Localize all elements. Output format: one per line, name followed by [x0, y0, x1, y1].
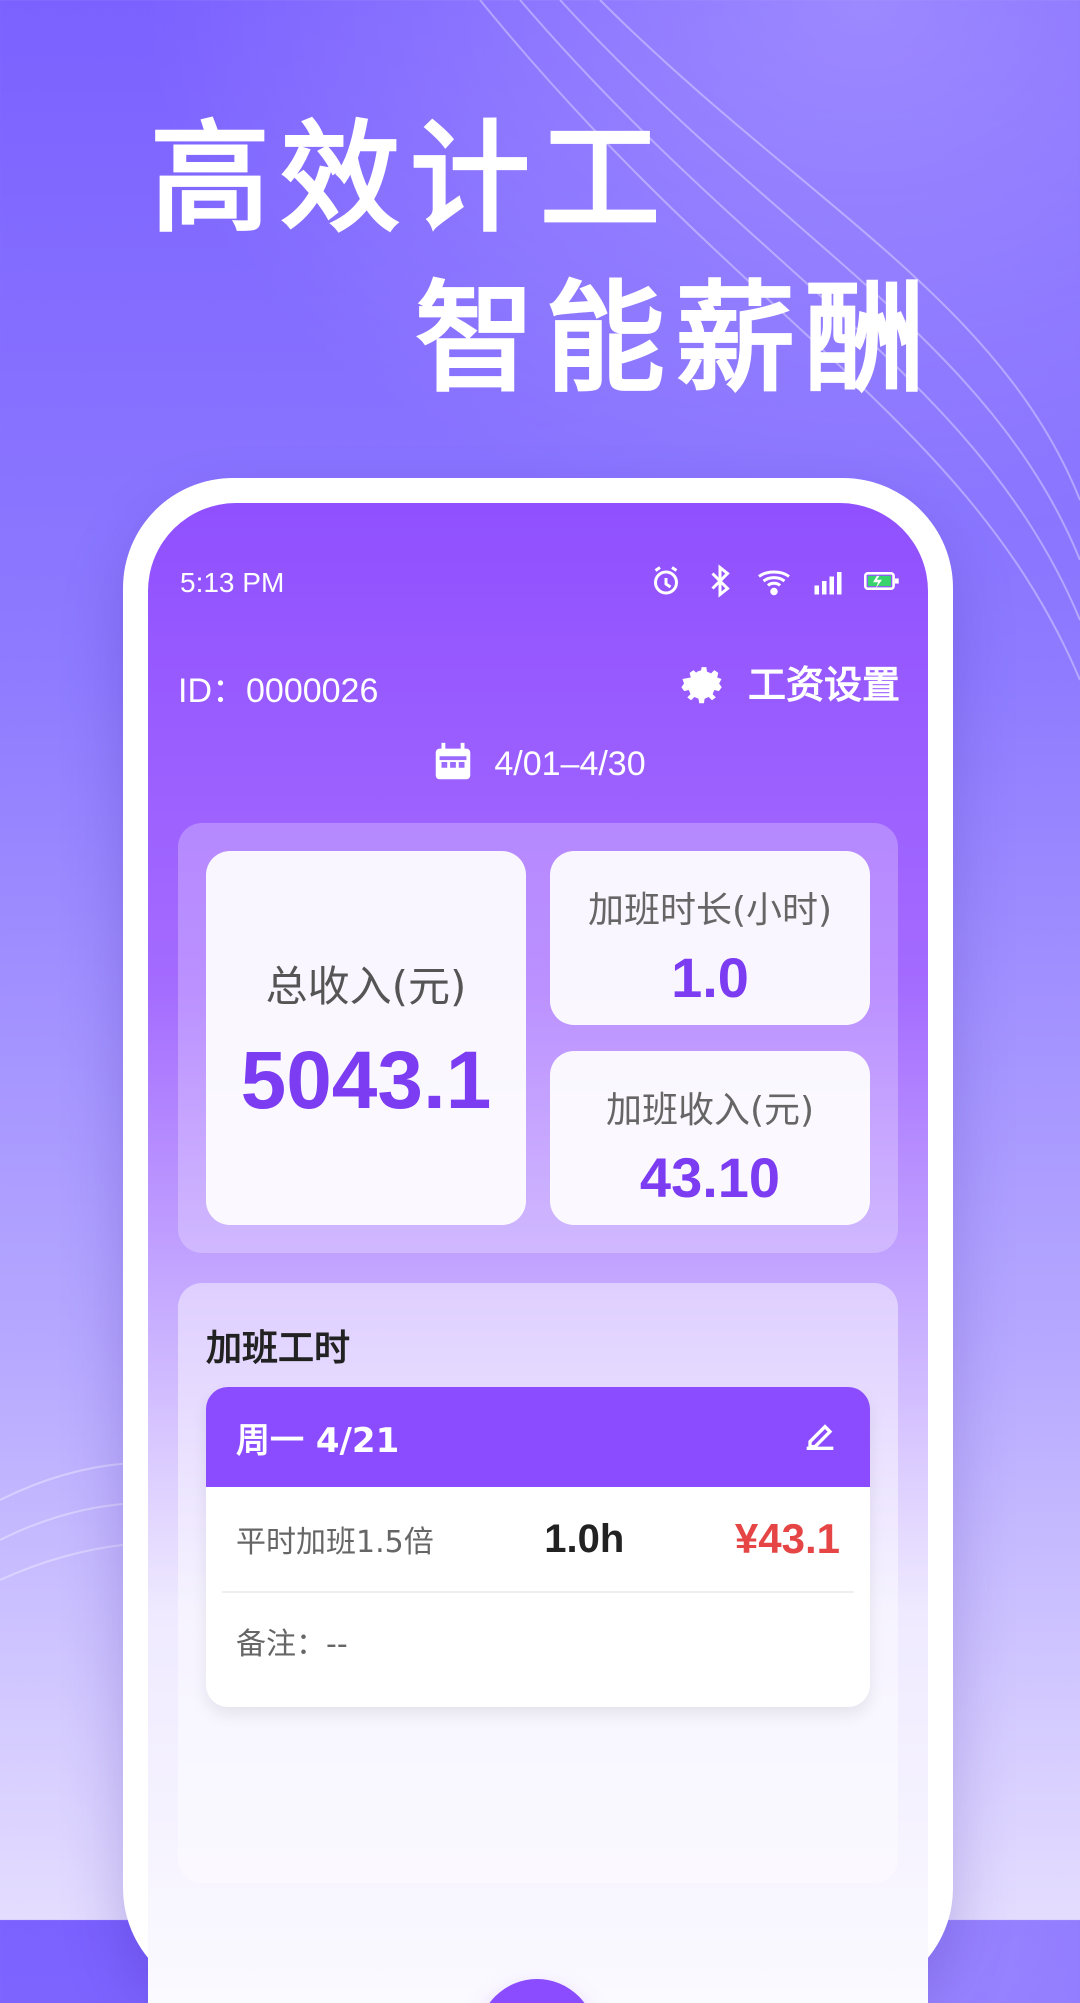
user-id: ID：0000026	[178, 672, 379, 710]
date-range-selector[interactable]: 4/01–4/30	[148, 739, 928, 789]
total-income-card: 总收入(元) 5043.1	[206, 851, 526, 1225]
calendar-icon	[430, 739, 476, 789]
overtime-section-title: 加班工时	[206, 1328, 351, 1369]
date-range-text: 4/01–4/30	[494, 744, 646, 783]
overtime-detail-row: 平时加班1.5倍 1.0h ¥43.1	[206, 1487, 870, 1591]
salary-settings-button[interactable]: 工资设置	[676, 653, 900, 709]
app-screen: 5:13 PM ID：0000026 工资设置 4/01–4/30 总收入(元)…	[148, 503, 928, 2003]
overtime-hours: 1.0h	[544, 1516, 625, 1561]
status-icons	[648, 563, 900, 603]
status-time: 5:13 PM	[180, 567, 285, 598]
overtime-hours-value: 1.0	[671, 946, 749, 1009]
overtime-income-value: 43.10	[639, 1146, 781, 1209]
promo-headline: 高效计工 智能薪酬	[150, 120, 1050, 440]
gear-icon	[676, 653, 728, 709]
overtime-income-label: 加班收入(元)	[605, 1090, 815, 1131]
total-income-label: 总收入(元)	[265, 962, 467, 1011]
overtime-entry-header: 周一 4/21	[206, 1387, 870, 1487]
headline-line-2: 智能薪酬	[415, 270, 935, 409]
overtime-type: 平时加班1.5倍	[236, 1525, 434, 1560]
headline-line-1: 高效计工	[150, 110, 670, 249]
overtime-note: 备注：--	[236, 1627, 348, 1662]
plus-icon	[500, 1999, 574, 2003]
alarm-icon	[648, 563, 684, 603]
settings-label: 工资设置	[747, 662, 900, 707]
signal-icon	[810, 563, 846, 603]
overtime-amount: ¥43.1	[734, 1515, 840, 1562]
edit-icon[interactable]	[800, 1415, 840, 1459]
overtime-hours-card: 加班时长(小时) 1.0	[550, 851, 870, 1025]
overtime-hours-label: 加班时长(小时)	[587, 890, 833, 931]
stats-panel: 总收入(元) 5043.1 加班时长(小时) 1.0 加班收入(元) 43.10	[178, 823, 898, 1253]
total-income-value: 5043.1	[240, 1035, 492, 1126]
bluetooth-icon	[702, 563, 738, 603]
add-overtime-button[interactable]	[478, 1979, 596, 2003]
overtime-section: 加班工时 周一 4/21 平时加班1.5倍 1.0h ¥43.1 备注：--	[178, 1283, 898, 1883]
overtime-entry-card[interactable]: 周一 4/21 平时加班1.5倍 1.0h ¥43.1 备注：--	[206, 1387, 870, 1707]
overtime-entry-date: 周一 4/21	[236, 1420, 400, 1461]
phone-frame: 5:13 PM ID：0000026 工资设置 4/01–4/30 总收入(元)…	[123, 478, 953, 2003]
battery-icon	[864, 563, 900, 603]
overtime-income-card: 加班收入(元) 43.10	[550, 1051, 870, 1225]
wifi-icon	[756, 563, 792, 603]
